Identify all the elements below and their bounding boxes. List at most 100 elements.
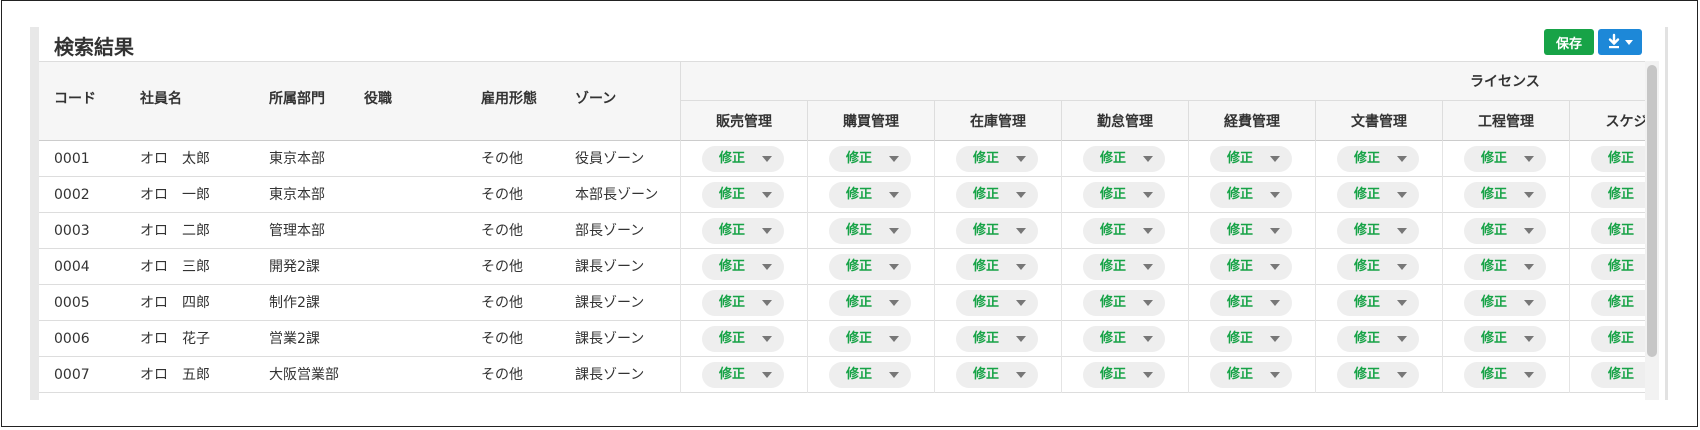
permission-select[interactable]: 修正 [1591, 182, 1645, 208]
permission-select[interactable]: 修正 [956, 146, 1038, 172]
permission-select[interactable]: 修正 [702, 146, 784, 172]
permission-select[interactable]: 修正 [1591, 326, 1645, 352]
permission-select[interactable]: 修正 [1591, 254, 1645, 280]
permission-select[interactable]: 修正 [829, 290, 911, 316]
permission-select[interactable]: 修正 [1464, 182, 1546, 208]
cell-license-permission: 修正 [1569, 357, 1645, 393]
permission-select[interactable]: 修正 [829, 254, 911, 280]
permission-select[interactable]: 修正 [1337, 326, 1419, 352]
permission-select[interactable]: 修正 [1337, 362, 1419, 388]
vertical-scrollbar-thumb[interactable] [1647, 65, 1657, 357]
permission-select[interactable]: 修正 [1210, 146, 1292, 172]
permission-select[interactable]: 修正 [1337, 146, 1419, 172]
permission-value: 修正 [846, 223, 873, 238]
caret-down-icon [1143, 264, 1153, 270]
permission-value: 修正 [1481, 187, 1508, 202]
permission-select[interactable]: 修正 [1083, 326, 1165, 352]
permission-select[interactable]: 修正 [956, 362, 1038, 388]
permission-select[interactable]: 修正 [1337, 218, 1419, 244]
permission-select[interactable]: 修正 [1464, 326, 1546, 352]
cell-license-permission: 修正 [1188, 321, 1315, 357]
permission-select[interactable]: 修正 [1337, 182, 1419, 208]
permission-value: 修正 [719, 187, 746, 202]
column-header-license: 購買管理 [807, 101, 934, 141]
permission-value: 修正 [973, 259, 1000, 274]
cell-license-permission: 修正 [1188, 213, 1315, 249]
panel-right-border [1665, 27, 1668, 400]
cell-employment: その他 [481, 223, 523, 239]
permission-select[interactable]: 修正 [1083, 362, 1165, 388]
permission-select[interactable]: 修正 [702, 290, 784, 316]
permission-value: 修正 [1100, 187, 1127, 202]
cell-code: 0006 [54, 331, 90, 347]
permission-select[interactable]: 修正 [1083, 146, 1165, 172]
save-button[interactable]: 保存 [1544, 29, 1594, 55]
permission-select[interactable]: 修正 [829, 182, 911, 208]
permission-value: 修正 [1227, 223, 1254, 238]
permission-select[interactable]: 修正 [1464, 146, 1546, 172]
permission-select[interactable]: 修正 [1210, 290, 1292, 316]
permission-select[interactable]: 修正 [1210, 326, 1292, 352]
permission-select[interactable]: 修正 [1464, 218, 1546, 244]
cell-code: 0001 [54, 151, 90, 167]
column-header-license: 在庫管理 [934, 101, 1061, 141]
permission-select[interactable]: 修正 [956, 218, 1038, 244]
cell-license-permission: 修正 [1188, 357, 1315, 393]
table-row: 0005 オロ 四郎 制作2課 その他 課長ゾーン 修正 修正 修正 修正 修正 修正 修正 修正 [39, 285, 1645, 321]
cell-license-permission: 修正 [1061, 321, 1188, 357]
caret-down-icon [1397, 156, 1407, 162]
permission-select[interactable]: 修正 [1083, 290, 1165, 316]
permission-select[interactable]: 修正 [1464, 362, 1546, 388]
cell-license-permission: 修正 [1569, 177, 1645, 213]
permission-select[interactable]: 修正 [702, 326, 784, 352]
caret-down-icon [1270, 156, 1280, 162]
permission-select[interactable]: 修正 [1591, 362, 1645, 388]
permission-select[interactable]: 修正 [702, 254, 784, 280]
permission-select[interactable]: 修正 [1210, 182, 1292, 208]
permission-select[interactable]: 修正 [829, 362, 911, 388]
permission-select[interactable]: 修正 [1210, 362, 1292, 388]
permission-select[interactable]: 修正 [1083, 182, 1165, 208]
permission-select[interactable]: 修正 [1337, 254, 1419, 280]
cell-employment: その他 [481, 259, 523, 275]
download-dropdown-button[interactable] [1598, 29, 1642, 55]
permission-select[interactable]: 修正 [1591, 218, 1645, 244]
permission-value: 修正 [1608, 187, 1635, 202]
cell-employment: その他 [481, 187, 523, 203]
permission-select[interactable]: 修正 [1210, 218, 1292, 244]
permission-select[interactable]: 修正 [829, 218, 911, 244]
caret-down-icon [889, 336, 899, 342]
permission-select[interactable]: 修正 [829, 326, 911, 352]
permission-select[interactable]: 修正 [829, 146, 911, 172]
caret-down-icon [1397, 192, 1407, 198]
caret-down-icon [889, 264, 899, 270]
column-header-department: 所属部門 [269, 91, 325, 107]
permission-select[interactable]: 修正 [1464, 290, 1546, 316]
permission-select[interactable]: 修正 [1083, 218, 1165, 244]
permission-select[interactable]: 修正 [702, 218, 784, 244]
permission-select[interactable]: 修正 [1464, 254, 1546, 280]
permission-select[interactable]: 修正 [1083, 254, 1165, 280]
permission-select[interactable]: 修正 [1591, 290, 1645, 316]
cell-license-permission: 修正 [1569, 213, 1645, 249]
cell-license-permission: 修正 [680, 357, 807, 393]
permission-select[interactable]: 修正 [702, 182, 784, 208]
search-results-panel: 検索結果 保存 コード 社員名 所属部門 役職 雇用形態 ゾーン ライセンス 販… [39, 27, 1665, 400]
permission-value: 修正 [1608, 151, 1635, 166]
caret-down-icon [1524, 228, 1534, 234]
permission-value: 修正 [1227, 187, 1254, 202]
caret-down-icon [762, 192, 772, 198]
results-table: コード 社員名 所属部門 役職 雇用形態 ゾーン ライセンス 販売管理 購買管理在… [39, 61, 1645, 400]
permission-select[interactable]: 修正 [1210, 254, 1292, 280]
permission-select[interactable]: 修正 [1337, 290, 1419, 316]
cell-department: 開発2課 [269, 259, 320, 275]
permission-value: 修正 [973, 295, 1000, 310]
permission-select[interactable]: 修正 [956, 290, 1038, 316]
permission-select[interactable]: 修正 [956, 326, 1038, 352]
permission-select[interactable]: 修正 [956, 254, 1038, 280]
caret-down-icon [889, 228, 899, 234]
permission-select[interactable]: 修正 [702, 362, 784, 388]
permission-select[interactable]: 修正 [1591, 146, 1645, 172]
permission-select[interactable]: 修正 [956, 182, 1038, 208]
cell-code: 0003 [54, 223, 90, 239]
